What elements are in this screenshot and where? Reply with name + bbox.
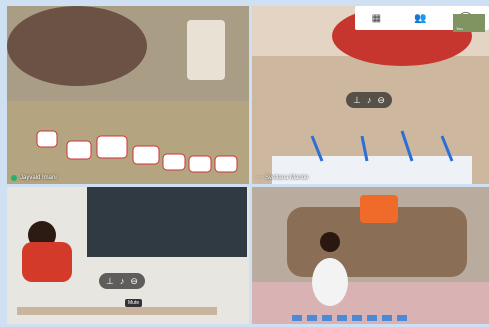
layout-icon[interactable]: ▦	[372, 13, 381, 24]
participant-name-label-2: Svetlana Mande	[265, 174, 309, 181]
participant-tile-3[interactable]: ⊥ ♪ ⊖ Mute	[7, 187, 249, 324]
mic-icon[interactable]: ♪	[120, 276, 125, 286]
participant-name-1: Jayvald Imani	[11, 175, 57, 181]
more-icon[interactable]: ⋯	[256, 174, 262, 181]
pin-icon[interactable]: ⊥	[353, 95, 361, 105]
pin-icon[interactable]: ⊥	[106, 276, 114, 286]
participant-tile-2[interactable]: ⊥ ♪ ⊖ ⋯ Svetlana Mande	[252, 6, 489, 184]
mic-icon[interactable]: ♪	[367, 95, 372, 105]
participant-tile-1[interactable]: Jayvald Imani	[7, 6, 249, 184]
tile-controls-2: ⊥ ♪ ⊖	[346, 92, 392, 108]
video-grid: Jayvald Imani ⊥ ♪ ⊖ ⋯ Svetlana Mande ⊥ ♪…	[7, 6, 489, 324]
video-frame-4	[252, 187, 489, 324]
people-icon[interactable]: 👥	[414, 13, 426, 24]
participant-name-label-1: Jayvald Imani	[20, 175, 57, 181]
remove-icon[interactable]: ⊖	[377, 95, 385, 105]
audio-active-icon	[11, 175, 17, 181]
self-view[interactable]: You	[453, 14, 485, 32]
mute-tooltip: Mute	[125, 299, 143, 307]
self-view-label: You	[456, 26, 463, 31]
participant-tile-4[interactable]	[252, 187, 489, 324]
video-frame-1	[7, 6, 249, 184]
top-toolbar: ▦ 👥 💬 You	[355, 6, 489, 32]
remove-icon[interactable]: ⊖	[130, 276, 138, 286]
tile-controls-3: ⊥ ♪ ⊖	[99, 273, 145, 289]
participant-name-2: ⋯ Svetlana Mande	[256, 174, 309, 182]
